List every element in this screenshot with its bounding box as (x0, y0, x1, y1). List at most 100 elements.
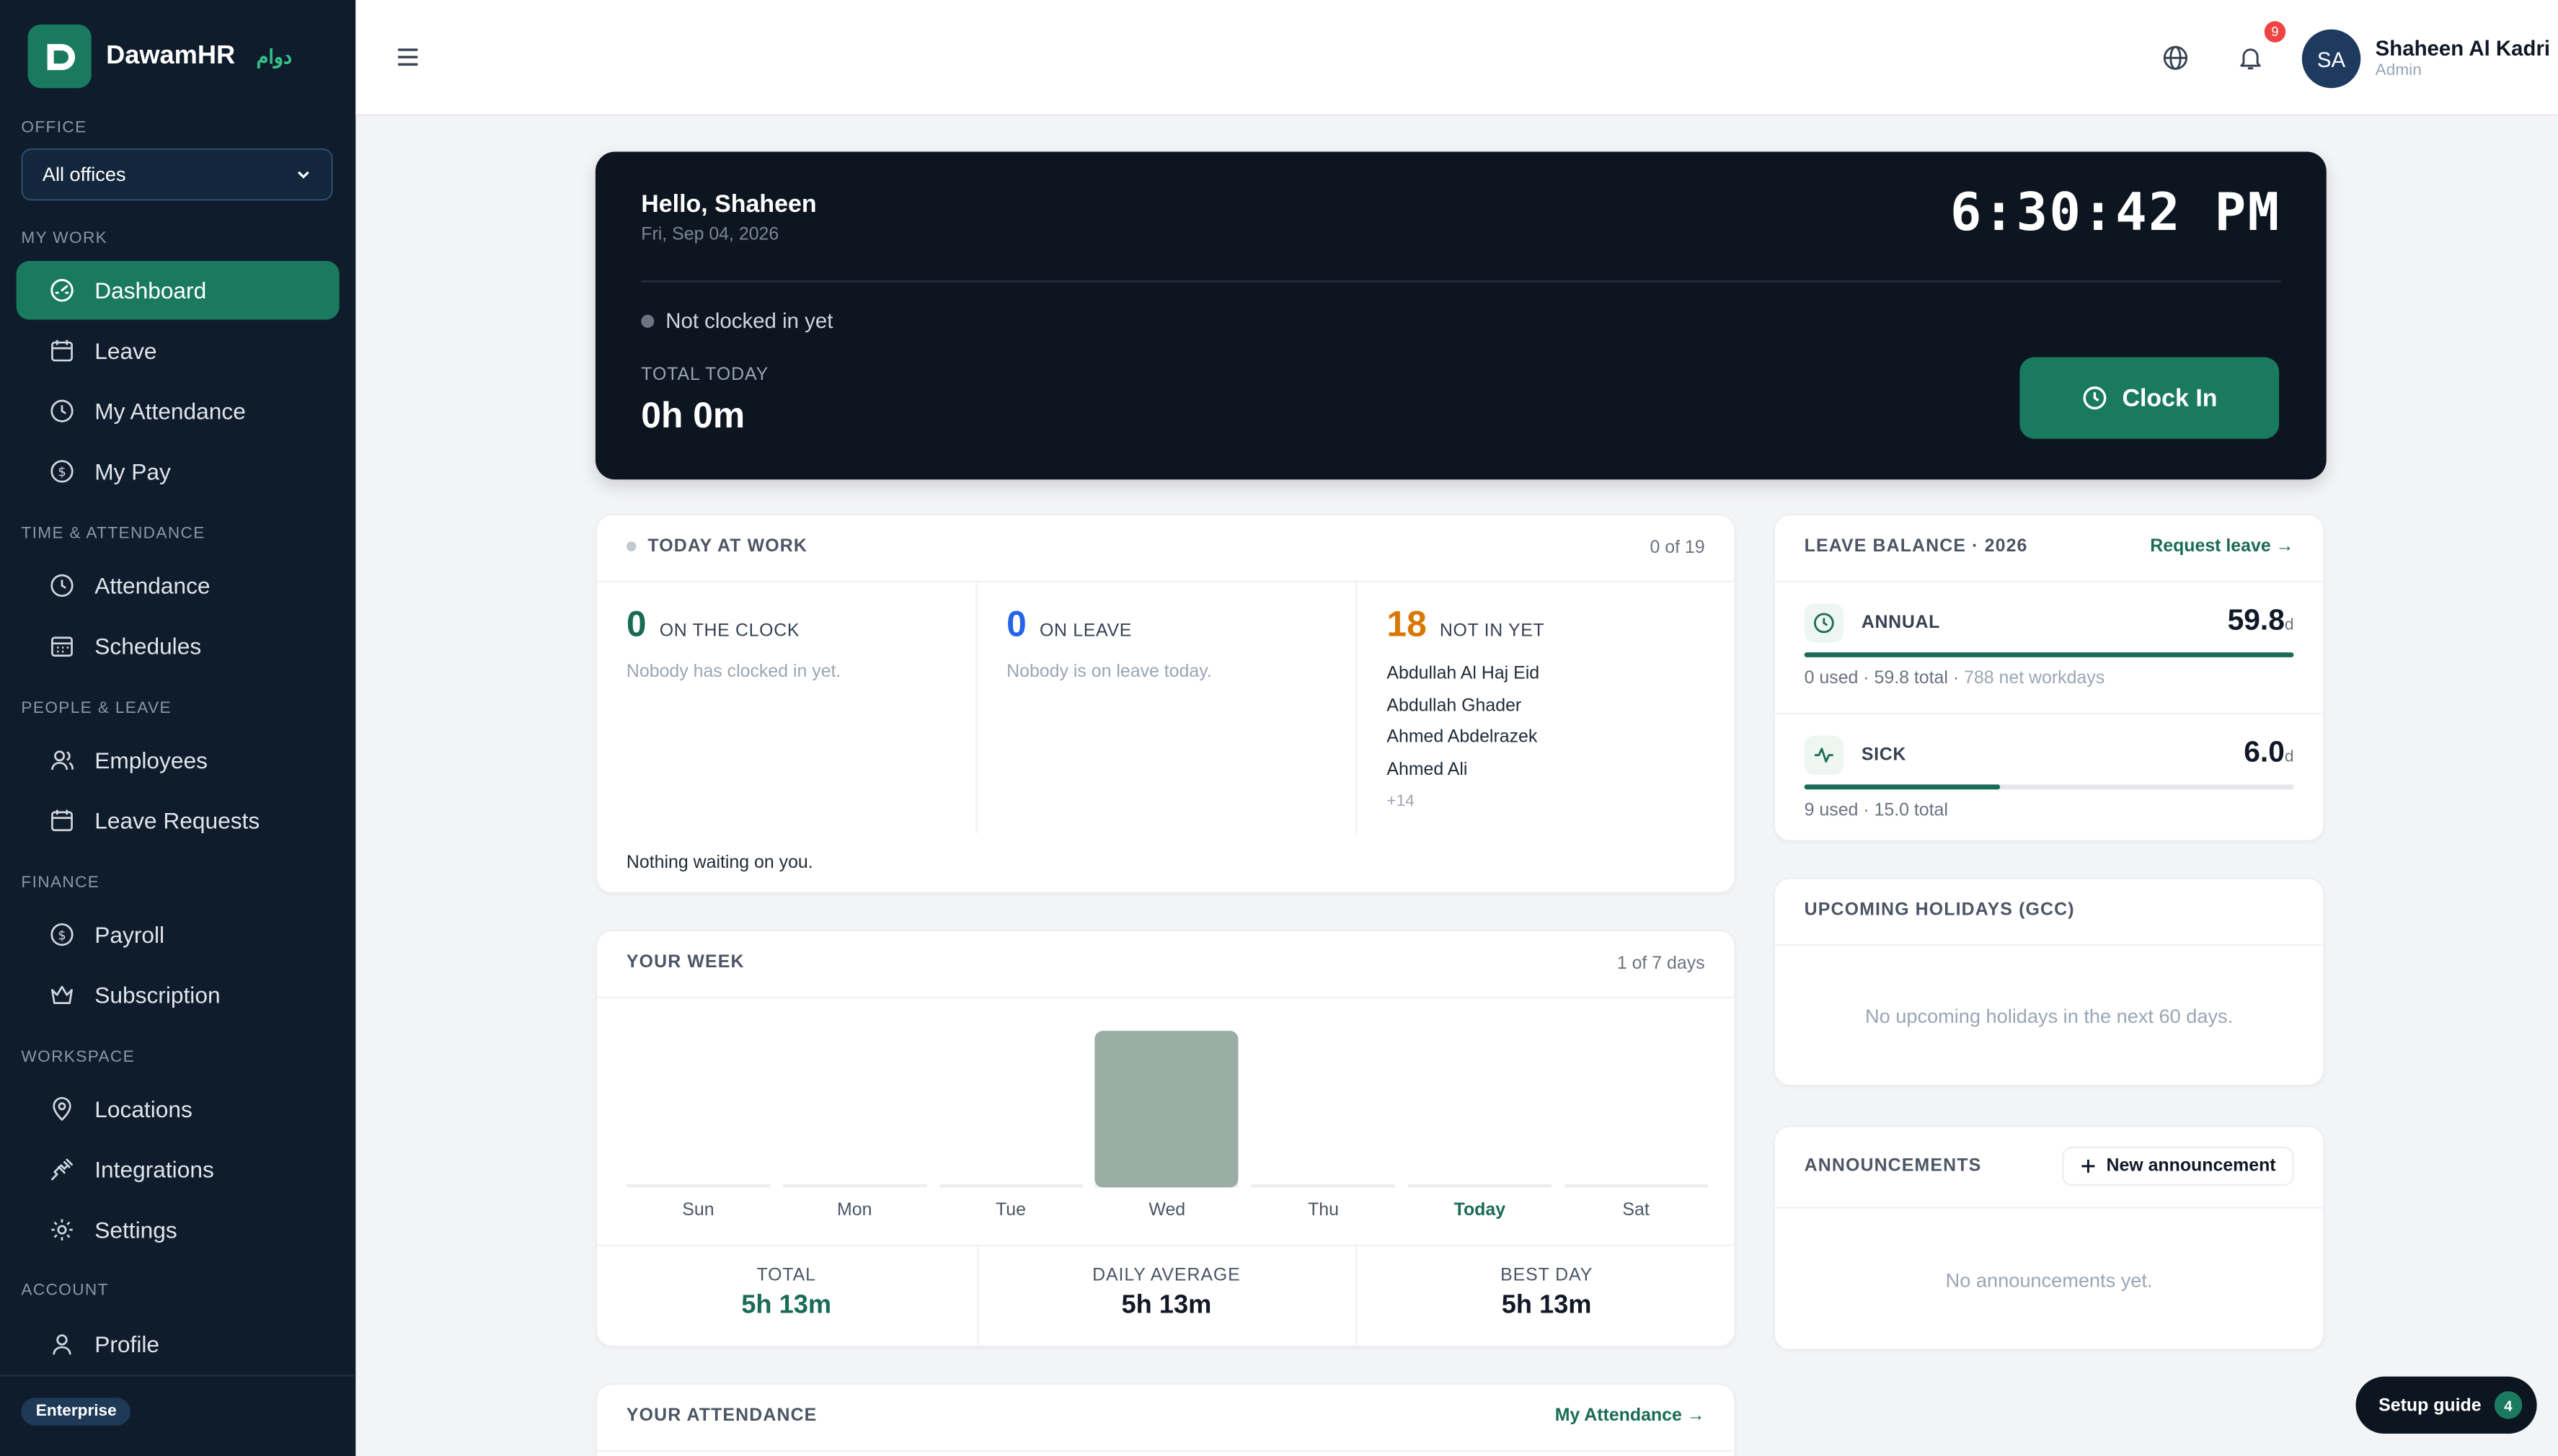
user-icon (53, 1334, 71, 1355)
plus-icon (2081, 1159, 2095, 1173)
annual-leave-name: ANNUAL (1861, 613, 1941, 633)
week-day-label: Sat (1622, 1200, 1650, 1220)
on-leave-value: 0 (1006, 603, 1027, 644)
section-time-attendance: TIME & ATTENDANCE (21, 525, 205, 543)
user-role: Admin (2375, 61, 2422, 80)
calendar-grid-icon (51, 636, 73, 657)
week-total-stat: TOTAL 5h 13m (597, 1246, 975, 1347)
not-in-yet-stat[interactable]: 18 NOT IN YET Abdullah Al Haj Eid Abdull… (1358, 582, 1738, 833)
week-bar-slot (782, 1031, 926, 1188)
annual-leave-row[interactable]: ANNUAL 59.8d 0 used · 59.8 total · 788 n… (1804, 603, 2294, 701)
greeting: Hello, Shaheen (641, 190, 817, 219)
section-my-work: MY WORK (21, 230, 108, 248)
week-bar-slot (939, 1031, 1083, 1188)
week-bar-baseline (626, 1184, 771, 1188)
brand[interactable]: DawamHR دوام (27, 24, 293, 89)
your-week-card: YOUR WEEK 1 of 7 days Sun Mon Tue Wed Thu Tod… (595, 929, 1736, 1348)
divider (641, 280, 2281, 283)
office-select[interactable]: All offices (21, 148, 333, 201)
sick-leave-sub: 9 used · 15.0 total (1804, 801, 1948, 821)
sidebar-item-dashboard[interactable]: Dashboard (16, 261, 340, 320)
sidebar-item-schedules[interactable]: Schedules (17, 616, 340, 675)
sidebar-item-label: Settings (94, 1217, 177, 1243)
week-bar[interactable] (1095, 1031, 1239, 1188)
sidebar-item-leave[interactable]: Leave (17, 321, 340, 380)
announcements-empty-message: No announcements yet. (1945, 1269, 2153, 1292)
sidebar-item-my-attendance[interactable]: My Attendance (17, 381, 340, 440)
globe-icon[interactable] (2161, 44, 2189, 71)
today-at-work-card: TODAY AT WORK 0 of 19 0 ON THE CLOCK Nob… (595, 513, 1738, 895)
sidebar-item-employees[interactable]: Employees (17, 731, 340, 789)
list-item[interactable]: Abdullah Ghader (1386, 696, 1521, 716)
sidebar-item-profile[interactable]: Profile (17, 1315, 340, 1373)
setup-guide-button[interactable]: Setup guide 4 (2355, 1376, 2537, 1434)
on-the-clock-label: ON THE CLOCK (659, 621, 800, 642)
week-day-label: Mon (837, 1200, 872, 1220)
daily-average-label: DAILY AVERAGE (1092, 1265, 1241, 1286)
sick-leave-value: 6.0d (2244, 735, 2294, 768)
svg-text:$: $ (58, 928, 66, 943)
dollar-icon: $ (50, 460, 74, 483)
sick-leave-name: SICK (1861, 745, 1907, 765)
office-select-value: All offices (42, 163, 126, 186)
total-today-value: 0h 0m (641, 394, 745, 436)
status-dot-icon (641, 314, 655, 327)
clock-hero: Hello, Shaheen Fri, Sep 04, 2026 6:30:42… (595, 151, 2327, 480)
gear-icon (51, 1219, 73, 1240)
avatar[interactable]: SA (2301, 29, 2361, 89)
dollar-icon: $ (50, 923, 74, 946)
week-day-label: Today (1453, 1200, 1506, 1220)
new-announcement-button[interactable]: New announcement (2062, 1146, 2294, 1186)
on-the-clock-sub: Nobody has clocked in yet. (626, 662, 841, 682)
notification-badge: 9 (2264, 21, 2286, 43)
sick-leave-progress (1804, 784, 2294, 790)
divider (597, 1450, 1735, 1452)
request-leave-link[interactable]: Request leave → (2150, 536, 2293, 556)
clock-icon (2083, 386, 2106, 410)
week-day-label: Thu (1308, 1200, 1340, 1220)
sidebar-item-label: Subscription (94, 982, 221, 1008)
menu-icon[interactable] (395, 44, 421, 70)
holidays-title: UPCOMING HOLIDAYS (GCC) (1804, 900, 2075, 920)
list-item[interactable]: Ahmed Ali (1386, 760, 1467, 779)
present-count: 0 of 19 (1650, 538, 1705, 558)
sidebar-item-label: Employees (94, 747, 208, 773)
sidebar-item-settings[interactable]: Settings (17, 1200, 340, 1259)
best-day-stat: BEST DAY 5h 13m (1358, 1246, 1736, 1347)
plug-icon (51, 1158, 73, 1181)
sidebar-item-my-pay[interactable]: $ My Pay (17, 442, 340, 500)
users-icon (51, 750, 74, 771)
activity-icon (1804, 735, 1844, 775)
sidebar-item-attendance[interactable]: Attendance (17, 556, 340, 615)
annual-leave-sub: 0 used · 59.8 total · 788 net workdays (1804, 668, 2105, 688)
sick-leave-row[interactable]: SICK 6.0d 9 used · 15.0 total (1804, 735, 2294, 834)
section-people-leave: PEOPLE & LEAVE (21, 699, 172, 718)
more-count[interactable]: +14 (1386, 793, 1414, 811)
list-item[interactable]: Ahmed Abdelrazek (1386, 727, 1537, 747)
logo-icon (27, 24, 92, 89)
leave-balance-title: LEAVE BALANCE · 2026 (1804, 536, 2028, 556)
clock-in-button[interactable]: Clock In (2019, 357, 2280, 439)
on-leave-stat[interactable]: 0 ON LEAVE Nobody is on leave today. (977, 582, 1357, 833)
best-day-label: BEST DAY (1500, 1265, 1593, 1286)
sidebar-item-integrations[interactable]: Integrations (17, 1140, 340, 1199)
crown-icon (51, 985, 73, 1004)
bell-icon[interactable] (2236, 44, 2264, 71)
announcements-card: ANNOUNCEMENTS New announcement No announ… (1773, 1125, 2325, 1351)
days-worked-count: 1 of 7 days (1616, 954, 1705, 974)
sidebar-item-payroll[interactable]: $ Payroll (17, 905, 340, 964)
my-attendance-link[interactable]: My Attendance → (1555, 1406, 1705, 1426)
sidebar-item-leave-requests[interactable]: Leave Requests (17, 791, 340, 849)
list-item[interactable]: Abdullah Al Haj Eid (1386, 664, 1539, 683)
sidebar-item-label: Profile (94, 1331, 160, 1357)
pending-message: Nothing waiting on you. (626, 853, 813, 873)
sidebar-item-subscription[interactable]: Subscription (17, 966, 340, 1024)
on-the-clock-stat[interactable]: 0 ON THE CLOCK Nobody has clocked in yet… (597, 582, 977, 833)
brand-arabic: دوام (256, 45, 293, 68)
daily-average-value: 5h 13m (1121, 1292, 1212, 1320)
divider (1774, 712, 2324, 715)
clock-status-text: Not clocked in yet (665, 308, 833, 333)
divider (597, 996, 1735, 998)
sidebar-item-locations[interactable]: Locations (17, 1080, 340, 1138)
user-name[interactable]: Shaheen Al Kadri (2376, 36, 2550, 61)
